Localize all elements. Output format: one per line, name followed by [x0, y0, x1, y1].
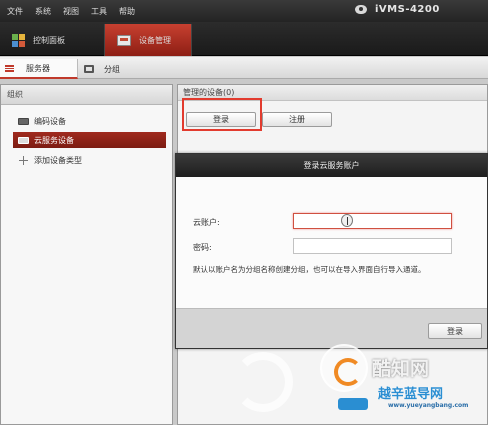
app-title: iVMS-4200 [375, 4, 440, 15]
menu-help[interactable]: 帮助 [119, 6, 135, 17]
app-brand: iVMS-4200 [355, 4, 440, 15]
dialog-title: 登录云服务账户 [176, 154, 487, 177]
menu-tools[interactable]: 工具 [91, 6, 107, 17]
tree-item-label: 云服务设备 [34, 135, 74, 145]
watermark-site-name: 越辛蓝导网 [378, 387, 444, 402]
tab-group[interactable]: 分组 [78, 59, 148, 79]
account-input[interactable] [293, 213, 452, 229]
tree-item-label: 添加设备类型 [34, 155, 82, 165]
tab-server-label: 服务器 [26, 63, 50, 73]
register-button[interactable]: 注册 [262, 112, 332, 127]
monitor-icon [84, 65, 94, 73]
watermark-swirl-icon [233, 352, 293, 412]
tab-server[interactable]: 服务器 [0, 59, 78, 79]
sub-tab-bar: 服务器 分组 [0, 57, 488, 79]
tree-item-add-device-type[interactable]: 添加设备类型 [13, 152, 165, 168]
tree-item-cloud-device[interactable]: 云服务设备 [13, 132, 166, 148]
device-icon [18, 117, 29, 125]
menu-bar: 文件 系统 视图 工具 帮助 iVMS-4200 [0, 0, 488, 22]
eye-logo-icon [355, 5, 367, 14]
menu-view[interactable]: 视图 [63, 6, 79, 17]
tab-group-label: 分组 [104, 64, 120, 74]
router-icon [338, 398, 368, 410]
module-bar: 控制面板 设备管理 [0, 22, 488, 56]
tree-item-label: 编码设备 [34, 116, 66, 126]
list-icon [5, 64, 14, 72]
watermark-logo-icon [320, 344, 368, 392]
password-input[interactable] [293, 238, 452, 254]
cloud-device-icon [18, 136, 29, 144]
text-cursor-icon [341, 214, 353, 227]
watermark-brand: 酷知网 [372, 358, 430, 380]
menu-file[interactable]: 文件 [7, 6, 23, 17]
menu-system[interactable]: 系统 [35, 6, 51, 17]
tab-control-panel[interactable]: 控制面板 [0, 24, 100, 56]
organization-panel: 组织 编码设备 云服务设备 添加设备类型 [0, 84, 173, 425]
login-button[interactable]: 登录 [186, 112, 256, 127]
tree-item-encoding-device[interactable]: 编码设备 [13, 113, 165, 129]
dialog-login-button[interactable]: 登录 [428, 323, 482, 339]
tab-device-management[interactable]: 设备管理 [104, 24, 192, 56]
watermark: 酷知网 越辛蓝导网 www.yueyangbang.com [300, 340, 488, 425]
device-management-icon [117, 34, 131, 46]
tab-control-panel-label: 控制面板 [33, 35, 65, 45]
grid-icon [12, 33, 25, 47]
organization-title: 组织 [1, 85, 172, 105]
plus-icon [19, 155, 28, 165]
dialog-hint: 默认以账户名为分组名称创建分组，也可以在导入界面自行导入通道。 [193, 265, 426, 274]
watermark-site-url: www.yueyangbang.com [388, 402, 469, 409]
password-label: 密码: [193, 243, 212, 252]
account-label: 云账户: [193, 218, 220, 227]
tab-device-management-label: 设备管理 [139, 35, 171, 45]
cloud-login-dialog: 登录云服务账户 云账户: 密码: 默认以账户名为分组名称创建分组，也可以在导入界… [175, 153, 488, 349]
